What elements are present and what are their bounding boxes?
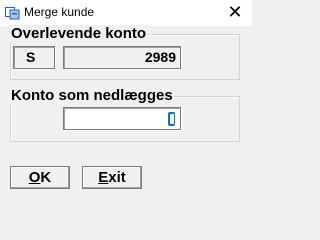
exit-button[interactable]: Exit bbox=[82, 166, 142, 189]
account-type-value: S bbox=[26, 49, 36, 65]
surviving-account-number-field[interactable]: 2989 bbox=[63, 46, 181, 69]
app-icon bbox=[5, 7, 20, 20]
account-type-field[interactable]: S bbox=[13, 46, 55, 69]
exit-mnemonic: E bbox=[98, 169, 109, 186]
ok-label-rest: K bbox=[40, 169, 52, 186]
close-button[interactable]: ✕ bbox=[222, 3, 248, 23]
close-icon: ✕ bbox=[227, 2, 243, 23]
window-title: Merge kunde bbox=[24, 5, 95, 19]
exit-label-rest: xit bbox=[108, 169, 126, 186]
surviving-account-number: 2989 bbox=[144, 49, 176, 65]
account-to-close-label: Konto som nedlægges bbox=[10, 87, 174, 104]
ok-button[interactable]: OK bbox=[10, 166, 70, 189]
title-bar: Merge kunde ✕ bbox=[0, 0, 252, 26]
text-cursor-icon bbox=[168, 112, 175, 126]
ok-mnemonic: O bbox=[28, 169, 41, 186]
surviving-account-label: Overlevende konto bbox=[10, 25, 148, 42]
account-to-close-input[interactable] bbox=[63, 107, 181, 130]
